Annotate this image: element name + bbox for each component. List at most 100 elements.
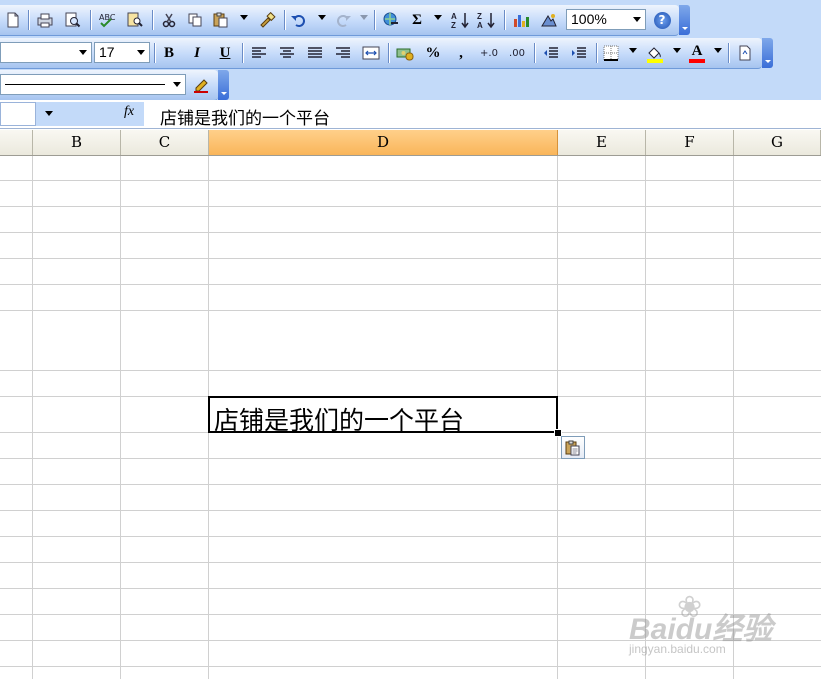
align-right-icon[interactable] [332, 42, 354, 64]
toolbar-options-grip[interactable] [218, 70, 229, 100]
draw-border-pencil-icon[interactable] [190, 74, 212, 96]
column-header-C[interactable]: C [121, 130, 209, 155]
redo-dropdown-arrow[interactable] [360, 15, 368, 20]
autosum-button[interactable]: Σ [406, 9, 428, 31]
toolbar-separator [374, 10, 375, 30]
svg-text:Z: Z [451, 21, 456, 29]
undo-dropdown-arrow[interactable] [318, 15, 326, 20]
grid-line [0, 370, 821, 371]
toolbar-separator [242, 43, 243, 63]
line-style-dropdown-arrow[interactable] [169, 75, 185, 94]
sort-ascending-icon[interactable]: AZ [450, 9, 472, 31]
undo-icon[interactable] [288, 9, 310, 31]
grid-line [0, 666, 821, 667]
column-header-B[interactable]: B [33, 130, 121, 155]
increase-indent-icon[interactable] [568, 42, 590, 64]
line-style-toolbar [0, 70, 218, 101]
redo-icon[interactable] [332, 9, 354, 31]
name-box-dropdown-arrow[interactable] [36, 102, 64, 126]
drawing-icon[interactable] [538, 9, 560, 31]
toolbar-options-grip[interactable] [679, 5, 690, 35]
increase-decimal-button[interactable]: +.0 [478, 42, 500, 64]
paste-dropdown-arrow[interactable] [240, 15, 248, 20]
grid-line [0, 258, 821, 259]
cut-icon[interactable] [158, 9, 180, 31]
column-header-E[interactable]: E [558, 130, 646, 155]
copy-icon[interactable] [184, 9, 206, 31]
toolbar-separator [28, 10, 29, 30]
zoom-dropdown-arrow[interactable] [629, 10, 645, 29]
grid-line [0, 458, 821, 459]
align-center-icon[interactable] [276, 42, 298, 64]
zoom-value: 100% [571, 11, 607, 27]
name-box[interactable] [0, 102, 36, 126]
grid-line [0, 562, 821, 563]
chart-wizard-icon[interactable] [510, 9, 532, 31]
column-header-G[interactable]: G [734, 130, 821, 155]
align-left-icon[interactable] [248, 42, 270, 64]
grid-line [120, 156, 121, 679]
merge-center-icon[interactable] [360, 42, 382, 64]
bold-button[interactable]: B [158, 42, 180, 64]
grid-line [0, 484, 821, 485]
page-setup-icon[interactable] [734, 42, 756, 64]
font-color-dropdown-arrow[interactable] [714, 48, 722, 53]
percent-style-button[interactable]: % [422, 42, 444, 64]
help-icon[interactable]: ? [651, 9, 673, 31]
currency-style-icon[interactable] [394, 42, 416, 64]
font-color-button[interactable]: A [686, 42, 708, 64]
grid-line [0, 310, 821, 311]
grid-line [645, 156, 646, 679]
borders-icon[interactable] [600, 42, 622, 64]
toolbar-separator [534, 43, 535, 63]
fill-color-icon[interactable] [644, 42, 666, 64]
insert-function-icon[interactable]: fx [124, 104, 134, 120]
formatting-toolbar: 17 B I U % , +.0 .00 A [0, 38, 762, 69]
fill-color-swatch [647, 59, 663, 63]
borders-dropdown-arrow[interactable] [629, 48, 637, 53]
toolbar-separator [388, 43, 389, 63]
formula-bar: fx 店铺是我们的一个平台 [0, 100, 821, 129]
grid-line [0, 180, 821, 181]
fill-color-dropdown-arrow[interactable] [673, 48, 681, 53]
paste-icon[interactable] [210, 9, 232, 31]
grid-line [0, 640, 821, 641]
font-name-dropdown-arrow[interactable] [75, 43, 91, 62]
underline-button[interactable]: U [214, 42, 236, 64]
autosum-dropdown-arrow[interactable] [434, 15, 442, 20]
sort-descending-icon[interactable]: ZA [476, 9, 498, 31]
column-header-D[interactable]: D [209, 130, 558, 155]
font-size-combo[interactable]: 17 [94, 42, 150, 63]
column-header-A[interactable] [0, 130, 33, 155]
paste-options-icon [565, 440, 580, 455]
zoom-combo[interactable]: 100% [566, 9, 646, 30]
italic-button[interactable]: I [186, 42, 208, 64]
decrease-indent-icon[interactable] [540, 42, 562, 64]
svg-text:A: A [477, 21, 483, 29]
toolbar-options-grip[interactable] [762, 38, 773, 68]
grid-line [0, 206, 821, 207]
toolbar-separator [152, 10, 153, 30]
justify-icon[interactable] [304, 42, 326, 64]
line-style-combo[interactable] [0, 74, 186, 95]
comma-style-button[interactable]: , [450, 42, 472, 64]
font-name-combo[interactable] [0, 42, 92, 63]
font-size-dropdown-arrow[interactable] [133, 43, 149, 62]
paste-options-button[interactable] [561, 436, 585, 459]
toolbar-separator [90, 10, 91, 30]
column-header-F[interactable]: F [646, 130, 734, 155]
formula-input[interactable]: 店铺是我们的一个平台 [160, 104, 330, 129]
research-icon[interactable] [124, 9, 146, 31]
toolbar-separator [504, 10, 505, 30]
decrease-decimal-button[interactable]: .00 [506, 42, 528, 64]
print-icon[interactable] [34, 9, 56, 31]
grid-line [0, 232, 821, 233]
insert-hyperlink-icon[interactable] [380, 9, 402, 31]
format-painter-icon[interactable] [256, 9, 278, 31]
new-document-icon[interactable] [2, 9, 24, 31]
toolbar-separator [728, 43, 729, 63]
active-cell-D[interactable]: 店铺是我们的一个平台 [208, 396, 558, 435]
print-preview-icon[interactable] [62, 9, 84, 31]
svg-text:A: A [451, 12, 457, 21]
spelling-icon[interactable]: ABC [96, 9, 118, 31]
